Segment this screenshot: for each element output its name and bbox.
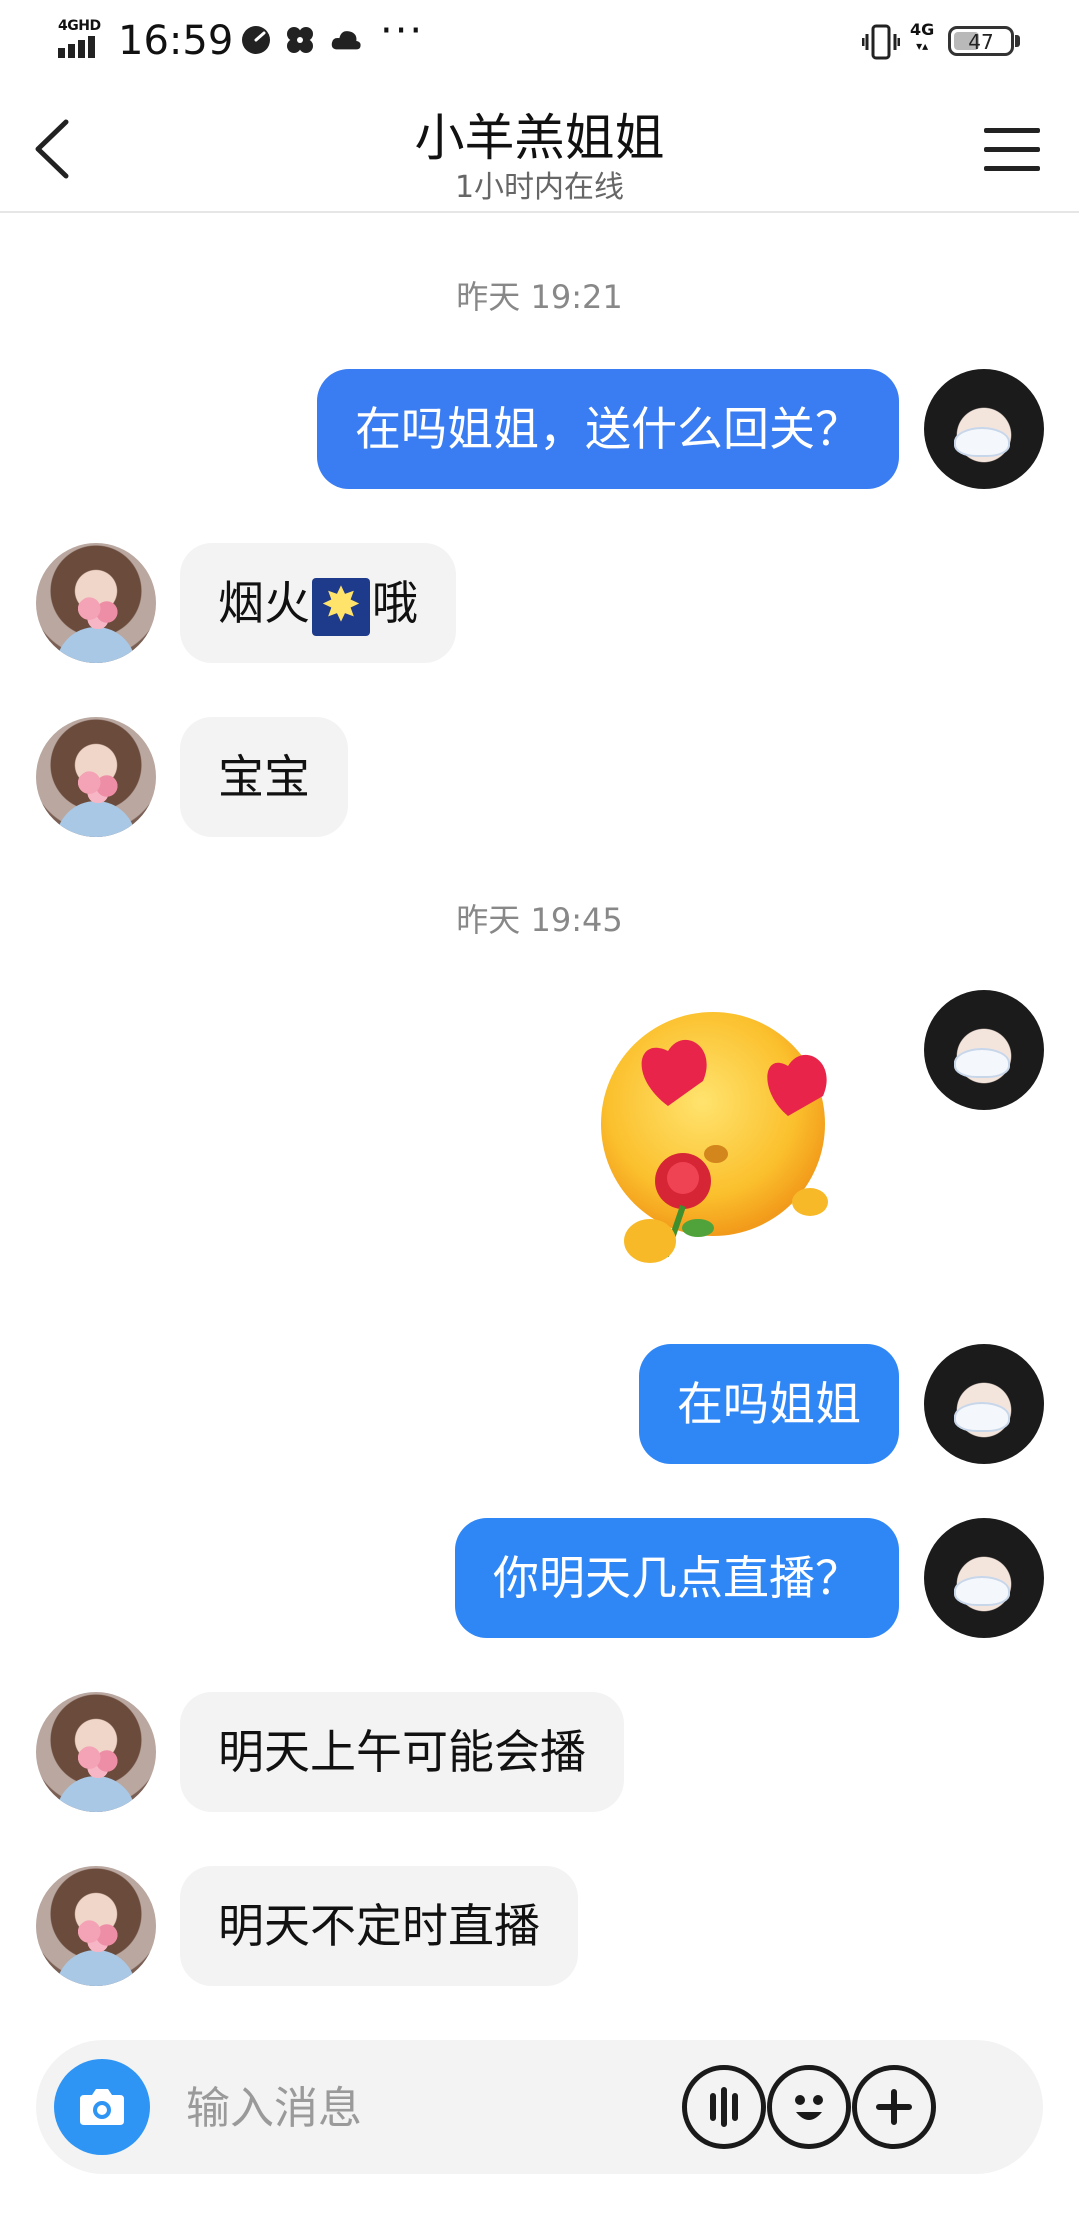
firework-emoji-icon (312, 576, 370, 636)
signal-icon: 4GHD (58, 18, 108, 62)
plus-button[interactable] (852, 2065, 936, 2149)
battery-level: 47 (968, 30, 994, 54)
message-text: 烟火 (218, 576, 310, 630)
message-input[interactable] (184, 2064, 688, 2152)
cloud-icon (331, 31, 361, 50)
my-avatar[interactable] (924, 1518, 1044, 1638)
message-bubble[interactable]: 明天不定时直播 (180, 1866, 578, 1986)
more-notifications-icon: ··· (380, 8, 425, 54)
vibrate-icon (862, 24, 900, 60)
message-text: 哦 (372, 576, 418, 630)
message-bubble[interactable]: 宝宝 (180, 717, 348, 837)
battery-tip (1015, 35, 1020, 47)
network-right-label: 4G (910, 20, 935, 39)
chat-header: 小羊羔姐姐 1小时内在线 (0, 80, 1079, 213)
status-bar: 4GHD 16:59 ··· 4G ▾▴ 47 (0, 0, 1079, 80)
network-type: 4GHD (58, 18, 101, 34)
my-avatar[interactable] (924, 1344, 1044, 1464)
online-status: 1小时内在线 (454, 170, 625, 205)
message-bubble[interactable]: 明天上午可能会播 (180, 1692, 624, 1812)
camera-icon (80, 2089, 124, 2125)
battery-icon: 47 (948, 26, 1014, 56)
message-timestamp: 昨天 19:21 (456, 278, 623, 316)
my-avatar[interactable] (924, 990, 1044, 1110)
my-avatar[interactable] (924, 369, 1044, 489)
message-bubble[interactable]: 在吗姐姐，送什么回关？ (317, 369, 899, 489)
contact-avatar[interactable] (36, 1692, 156, 1812)
voice-icon (710, 2087, 738, 2127)
emoji-button[interactable] (767, 2065, 851, 2149)
contact-name: 小羊羔姐姐 (414, 109, 665, 167)
heart-eyes-rose-sticker[interactable] (598, 1006, 848, 1276)
contact-avatar[interactable] (36, 1866, 156, 1986)
message-input-bar (36, 2040, 1043, 2174)
plus-icon (876, 2089, 912, 2125)
voice-button[interactable] (682, 2065, 766, 2149)
message-timestamp: 昨天 19:45 (456, 901, 623, 939)
menu-button[interactable] (984, 128, 1040, 172)
message-bubble[interactable]: 在吗姐姐 (639, 1344, 899, 1464)
message-bubble[interactable]: 你明天几点直播？ (455, 1518, 899, 1638)
fan-icon (287, 27, 313, 53)
status-time: 16:59 (118, 18, 234, 64)
contact-avatar[interactable] (36, 543, 156, 663)
emoji-icon (795, 2095, 823, 2120)
camera-button[interactable] (54, 2059, 150, 2155)
contact-avatar[interactable] (36, 717, 156, 837)
message-bubble[interactable]: 烟火 哦 (180, 543, 456, 663)
speed-icon (242, 26, 270, 54)
network-indicator: 4G ▾▴ (910, 20, 935, 54)
